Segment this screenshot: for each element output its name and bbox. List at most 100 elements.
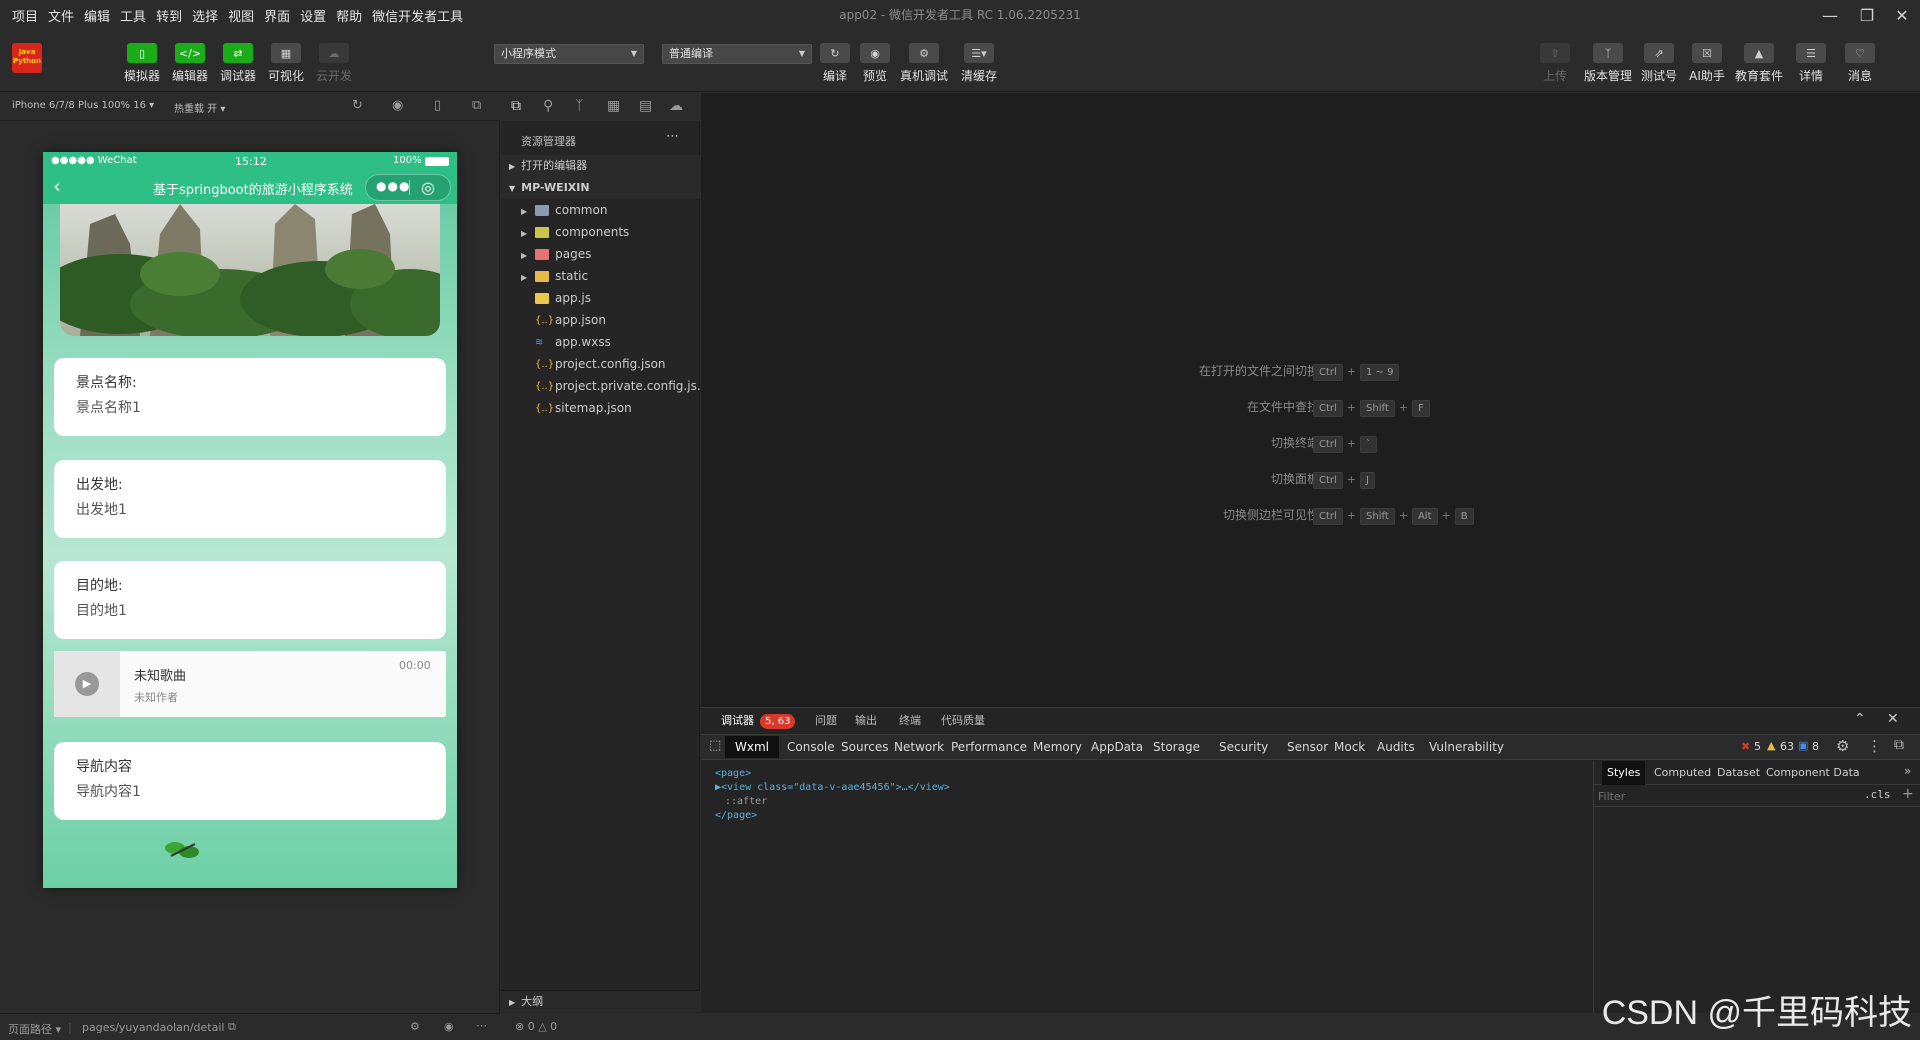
devtools-subtab[interactable]: Memory	[1033, 736, 1082, 758]
styles-side-tab[interactable]: Dataset	[1712, 761, 1765, 785]
devtools-tab[interactable]: 调试器	[721, 708, 754, 734]
eye-tool-button[interactable]: ◉ 预览	[856, 43, 894, 84]
dock-icon[interactable]: ⧉	[1894, 737, 1904, 753]
phone-frame-icon[interactable]: ▯	[434, 98, 441, 113]
rotate-icon[interactable]: ↻	[352, 98, 363, 113]
devtools-subtab[interactable]: Security	[1219, 736, 1268, 758]
storage-icon[interactable]: ▤	[639, 98, 652, 114]
branch-tool-button[interactable]: ᛉ 版本管理	[1584, 43, 1632, 84]
devtools-tab[interactable]: 输出	[855, 708, 877, 734]
styles-filter-input[interactable]	[1598, 787, 1848, 805]
detach-window-icon[interactable]: ⧉	[472, 98, 481, 113]
devtools-subtab[interactable]: Storage	[1153, 736, 1200, 758]
phone-tool-button[interactable]: ▯ 模拟器	[123, 43, 161, 84]
upload-tool-button[interactable]: ⇧ 上传	[1536, 43, 1574, 84]
bell-tool-button[interactable]: ♡ 消息	[1841, 43, 1879, 84]
debug-tool-button[interactable]: ⇄ 调试器	[219, 43, 257, 84]
devtools-subtab[interactable]: AppData	[1091, 736, 1143, 758]
inspect-element-icon[interactable]: ⬚	[709, 738, 721, 753]
bug-icon[interactable]: ⚙	[410, 1020, 420, 1033]
menu-item[interactable]: 视图	[223, 6, 259, 25]
more-dots-icon[interactable]: ●●●	[376, 179, 410, 193]
menu-item[interactable]: 转到	[151, 6, 187, 25]
play-icon[interactable]: ▶	[75, 672, 99, 696]
file-tree-item[interactable]: ▶ components	[501, 221, 700, 243]
file-tree-item[interactable]: ▶ pages	[501, 243, 700, 265]
devtools-subtab[interactable]: Vulnerability	[1429, 736, 1504, 758]
page-path-select[interactable]: 页面路径 ▾	[8, 1021, 61, 1037]
devtools-subtab[interactable]: Wxml	[725, 736, 779, 758]
record-icon[interactable]: ◉	[392, 98, 403, 113]
outline-section[interactable]: ▶ 大纲	[501, 990, 700, 1012]
devtools-subtab[interactable]: Performance	[951, 736, 1027, 758]
styles-side-tab[interactable]: Styles	[1602, 761, 1646, 785]
layers-tool-button[interactable]: ☰▾ 清缓存	[960, 43, 998, 84]
menu-tool-button[interactable]: ☰ 详情	[1792, 43, 1830, 84]
menu-item[interactable]: 界面	[259, 6, 295, 25]
devtools-subtab[interactable]: Network	[894, 736, 944, 758]
file-tree-item[interactable]: ▶ common	[501, 199, 700, 221]
more-vertical-icon[interactable]: ⋮	[1867, 737, 1882, 755]
file-tree-item[interactable]: {..}sitemap.json	[501, 397, 700, 419]
back-arrow-icon[interactable]: ‹	[53, 174, 61, 198]
file-tree-item[interactable]: app.js	[501, 287, 700, 309]
close-panel-icon[interactable]: ✕	[1887, 711, 1899, 727]
code-line[interactable]: ::after	[725, 796, 767, 807]
code-line[interactable]: </page>	[715, 810, 757, 821]
devtools-subtab[interactable]: Sources	[841, 736, 888, 758]
devtools-subtab[interactable]: Sensor	[1287, 736, 1328, 758]
explorer-more-icon[interactable]: ⋯	[666, 129, 679, 144]
file-tree-item[interactable]: ≋ app.wxss	[501, 331, 700, 353]
cloud-icon[interactable]: ☁	[669, 98, 683, 114]
files-icon[interactable]: ⧉	[511, 98, 521, 114]
add-style-icon[interactable]: +	[1902, 786, 1914, 802]
close-mini-program-icon[interactable]: ◎	[421, 178, 435, 197]
more-icon[interactable]: ⋯	[476, 1019, 487, 1032]
device-select[interactable]: iPhone 6/7/8 Plus 100% 16 ▾	[12, 100, 154, 111]
code-line[interactable]: <page>	[715, 768, 751, 779]
menu-item[interactable]: 项目	[0, 6, 43, 25]
menu-item[interactable]: 帮助	[331, 6, 367, 25]
source-control-icon[interactable]: ᛉ	[575, 98, 583, 114]
external-tool-button[interactable]: ⇗ 测试号	[1640, 43, 1678, 84]
mode-select[interactable]: 小程序模式 ▼	[494, 44, 644, 64]
menu-item[interactable]: 设置	[295, 6, 331, 25]
menu-item[interactable]: 文件	[43, 6, 79, 25]
project-section[interactable]: ▼ MP-WEIXIN	[501, 177, 700, 199]
status-problems[interactable]: ⊗ 0 △ 0	[515, 1020, 557, 1033]
menu-item[interactable]: 工具	[115, 6, 151, 25]
devtools-tab[interactable]: 代码质量	[941, 708, 985, 734]
refresh-tool-button[interactable]: ↻ 编译	[816, 43, 854, 84]
menu-item[interactable]: 微信开发者工具	[367, 6, 468, 25]
search-icon[interactable]: ⚲	[543, 98, 553, 114]
code-tool-button[interactable]: </> 编辑器	[171, 43, 209, 84]
graduation-tool-button[interactable]: ▲ 教育套件	[1735, 43, 1783, 84]
menu-item[interactable]: 编辑	[79, 6, 115, 25]
extensions-icon[interactable]: ▦	[607, 98, 620, 114]
file-tree-item[interactable]: ▶ static	[501, 265, 700, 287]
open-editors-section[interactable]: ▶ 打开的编辑器	[501, 155, 700, 177]
devtools-tab[interactable]: 终端	[899, 708, 921, 734]
layout-tool-button[interactable]: ▦ 可视化	[267, 43, 305, 84]
hot-reload-toggle[interactable]: 热重载 开 ▾	[174, 100, 225, 115]
devtools-subtab[interactable]: Audits	[1377, 736, 1415, 758]
cloud-tool-button[interactable]: ☁ 云开发	[315, 43, 353, 84]
devtools-subtab[interactable]: Mock	[1334, 736, 1365, 758]
eye-icon[interactable]: ◉	[444, 1020, 454, 1033]
devtools-tab[interactable]: 问题	[815, 708, 837, 734]
settings-gear-icon[interactable]: ⚙	[1836, 737, 1849, 755]
compile-select[interactable]: 普通编译 ▼	[662, 44, 812, 64]
menu-item[interactable]: 选择	[187, 6, 223, 25]
bug-tool-button[interactable]: ⚙ 真机调试	[900, 43, 948, 84]
file-tree-item[interactable]: {..}project.config.json	[501, 353, 700, 375]
styles-side-tab[interactable]: Component Data	[1761, 761, 1865, 785]
chevron-double-right-icon[interactable]: »	[1904, 764, 1911, 778]
ai-tool-button[interactable]: ☒ AI助手	[1688, 43, 1726, 84]
file-tree-item[interactable]: {..}app.json	[501, 309, 700, 331]
code-line[interactable]: ▶<view class="data-v-aae45456">…</view>	[715, 782, 950, 793]
file-tree-item[interactable]: {..}project.private.config.js...	[501, 375, 700, 397]
copy-icon[interactable]: ⧉	[228, 1020, 236, 1034]
close-window-button[interactable]: ✕	[1880, 0, 1920, 30]
devtools-subtab[interactable]: Console	[787, 736, 835, 758]
styles-side-tab[interactable]: Computed	[1649, 761, 1716, 785]
